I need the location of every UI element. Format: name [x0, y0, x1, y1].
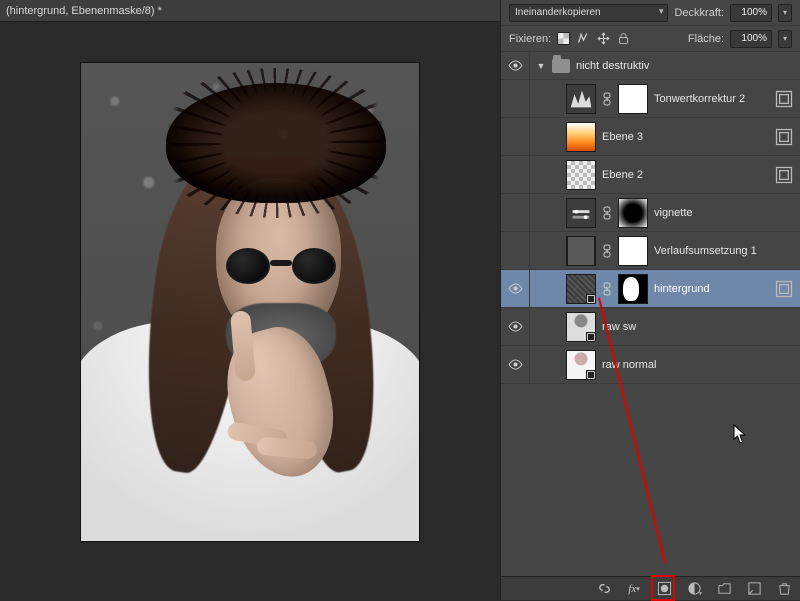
layer-thumb[interactable] [566, 274, 596, 304]
adjustment-thumb[interactable] [566, 236, 596, 266]
layer-group-row[interactable]: ▼ nicht destruktiv [501, 52, 800, 80]
new-adjustment-icon[interactable]: ▾ [686, 581, 702, 597]
layer-thumb[interactable] [566, 122, 596, 152]
mask-link-icon[interactable] [602, 244, 612, 258]
layer-row[interactable]: raw normal [501, 346, 800, 384]
layer-mask-thumb[interactable] [618, 198, 648, 228]
adjustment-thumb[interactable] [566, 84, 596, 114]
layer-row[interactable]: hintergrund [501, 270, 800, 308]
fx-icon[interactable]: fx▾ [626, 581, 642, 597]
visibility-toggle[interactable] [507, 357, 523, 373]
layer-name[interactable]: Ebene 3 [602, 131, 768, 143]
folder-icon [552, 59, 570, 73]
opacity-label: Deckkraft: [674, 7, 724, 19]
delete-layer-icon[interactable] [776, 581, 792, 597]
add-mask-icon[interactable] [656, 581, 672, 597]
canvas-area[interactable] [0, 22, 500, 600]
layer-row[interactable]: Verlaufsumsetzung 1 [501, 232, 800, 270]
smart-object-badge-icon [586, 332, 596, 342]
filter-badge-icon[interactable] [774, 165, 794, 185]
filter-badge-icon[interactable] [774, 279, 794, 299]
layer-row[interactable]: vignette [501, 194, 800, 232]
fill-input[interactable]: 100% [730, 30, 772, 48]
document-title: (hintergrund, Ebenenmaske/8) * [6, 5, 162, 17]
adjustment-thumb[interactable] [566, 198, 596, 228]
new-group-icon[interactable] [716, 581, 732, 597]
layer-name[interactable]: raw sw [602, 321, 794, 333]
mask-link-icon[interactable] [602, 206, 612, 220]
document-image[interactable] [80, 62, 420, 542]
opacity-value: 100% [741, 7, 767, 18]
layer-name[interactable]: Ebene 2 [602, 169, 768, 181]
group-disclosure-icon[interactable]: ▼ [536, 61, 546, 71]
layers-panel-footer: fx▾ ▾ [501, 576, 800, 600]
opacity-input[interactable]: 100% [730, 4, 772, 22]
layers-list[interactable]: ▼ nicht destruktiv Tonwertkorrektur 2 Eb… [501, 52, 800, 576]
blend-mode-value: Ineinanderkopieren [515, 7, 601, 18]
fill-label: Fläche: [688, 33, 724, 45]
layer-row[interactable]: Ebene 2 [501, 156, 800, 194]
blend-opacity-row: Ineinanderkopieren Deckkraft: 100% ▾ [501, 0, 800, 26]
lock-fill-row: Fixieren: Fläche: 100% ▾ [501, 26, 800, 52]
lock-icons [557, 32, 630, 45]
image-sunglasses [226, 248, 336, 284]
lock-pixels-icon[interactable] [577, 32, 590, 45]
layer-row[interactable]: Ebene 3 [501, 118, 800, 156]
layer-name[interactable]: Verlaufsumsetzung 1 [654, 245, 794, 257]
layer-row[interactable]: Tonwertkorrektur 2 [501, 80, 800, 118]
mask-link-icon[interactable] [602, 282, 612, 296]
layer-mask-thumb[interactable] [618, 84, 648, 114]
visibility-toggle[interactable] [507, 58, 523, 74]
layer-thumb[interactable] [566, 160, 596, 190]
mask-link-icon[interactable] [602, 92, 612, 106]
opacity-stepper[interactable]: ▾ [778, 4, 792, 22]
smart-object-badge-icon [586, 294, 596, 304]
layer-row[interactable]: raw sw [501, 308, 800, 346]
lock-all-icon[interactable] [617, 32, 630, 45]
layer-mask-thumb[interactable] [618, 274, 648, 304]
fill-stepper[interactable]: ▾ [778, 30, 792, 48]
filter-badge-icon[interactable] [774, 127, 794, 147]
svg-text:▾: ▾ [699, 591, 702, 596]
link-layers-icon[interactable] [596, 581, 612, 597]
cursor-icon [733, 424, 747, 444]
blend-mode-select[interactable]: Ineinanderkopieren [509, 4, 668, 22]
layer-name[interactable]: Tonwertkorrektur 2 [654, 93, 768, 105]
layer-mask-thumb[interactable] [618, 236, 648, 266]
lock-position-icon[interactable] [597, 32, 610, 45]
layer-thumb[interactable] [566, 312, 596, 342]
fill-value: 100% [741, 33, 767, 44]
layers-panel: Ineinanderkopieren Deckkraft: 100% ▾ Fix… [500, 0, 800, 600]
layer-name[interactable]: hintergrund [654, 283, 768, 295]
layer-name[interactable]: raw normal [602, 359, 794, 371]
new-layer-icon[interactable] [746, 581, 762, 597]
filter-badge-icon[interactable] [774, 89, 794, 109]
lock-label: Fixieren: [509, 33, 551, 45]
layer-name[interactable]: vignette [654, 207, 794, 219]
group-name[interactable]: nicht destruktiv [576, 60, 794, 72]
lock-transparency-icon[interactable] [557, 32, 570, 45]
visibility-toggle[interactable] [507, 319, 523, 335]
visibility-toggle[interactable] [507, 281, 523, 297]
smart-object-badge-icon [586, 370, 596, 380]
image-thorn-crown [166, 83, 386, 203]
layer-thumb[interactable] [566, 350, 596, 380]
